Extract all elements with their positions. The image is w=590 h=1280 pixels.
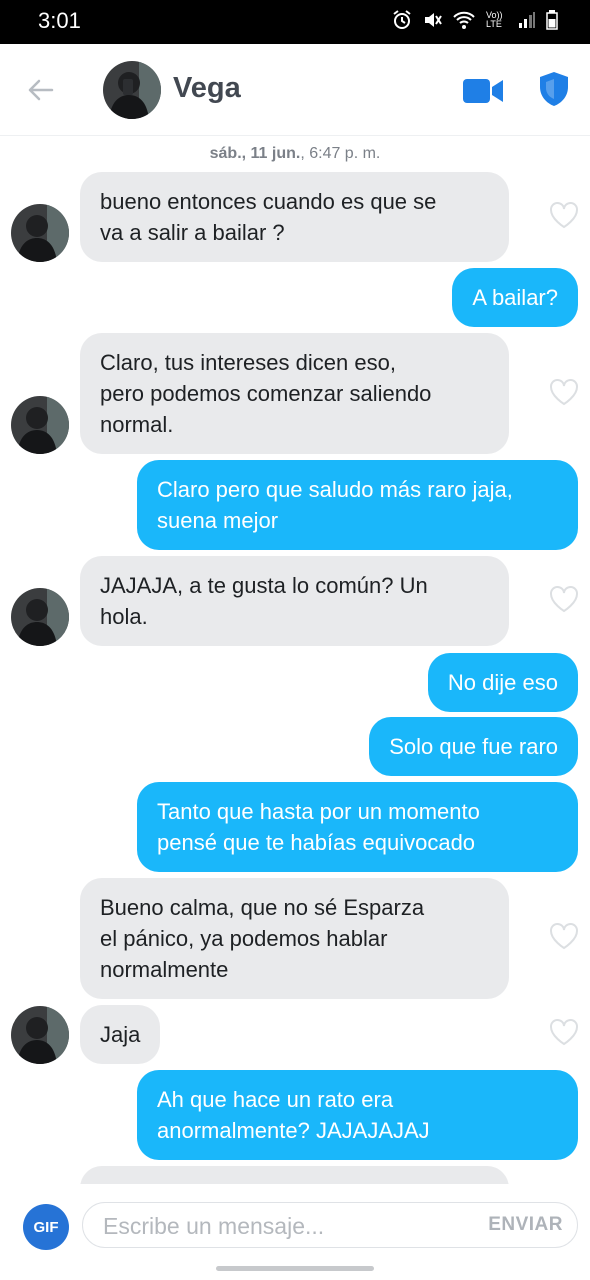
heart-icon[interactable]: [549, 922, 579, 950]
message-sent: Tanto que hasta por un momento pensé que…: [137, 782, 578, 872]
message-sent: Solo que fue raro: [369, 717, 578, 776]
status-bar: 3:01 Vo)) LTE: [0, 0, 590, 44]
signal-icon: [519, 12, 535, 28]
home-indicator[interactable]: [216, 1266, 374, 1271]
sender-avatar[interactable]: [11, 588, 69, 646]
send-button[interactable]: ENVIAR: [488, 1214, 563, 1236]
network-label: Vo)) LTE: [486, 10, 503, 29]
gif-button[interactable]: GIF: [23, 1204, 69, 1250]
wifi-icon: [453, 11, 475, 29]
safety-shield-button[interactable]: [539, 71, 569, 107]
back-arrow-icon: [28, 79, 54, 101]
sender-avatar[interactable]: [11, 396, 69, 454]
conversation-date: sáb., 11 jun., 6:47 p. m.: [209, 145, 381, 162]
message-sent: A bailar?: [452, 268, 578, 327]
status-time: 3:01: [38, 8, 81, 33]
alarm-icon: [393, 10, 411, 29]
message-sent: Claro pero que saludo más raro jaja, sue…: [137, 460, 578, 550]
heart-icon[interactable]: [549, 585, 579, 613]
chat-header: Vega: [0, 44, 590, 136]
back-button[interactable]: [22, 72, 58, 108]
sender-avatar[interactable]: [11, 204, 69, 262]
status-icons: Vo)) LTE: [392, 10, 558, 30]
message-received: bueno entonces cuando es que se va a sal…: [80, 172, 509, 262]
battery-icon: [546, 10, 558, 30]
message-received: Jaja: [80, 1005, 161, 1064]
heart-icon[interactable]: [549, 1018, 579, 1046]
message-sent: No dije eso: [427, 653, 578, 712]
video-camera-icon: [463, 79, 503, 103]
gif-icon: GIF: [33, 1218, 59, 1236]
video-call-button[interactable]: [462, 76, 504, 106]
mute-icon: [425, 13, 442, 27]
contact-avatar[interactable]: [103, 61, 161, 119]
heart-icon[interactable]: [549, 201, 579, 229]
contact-name[interactable]: Vega: [173, 72, 241, 105]
message-sent: Ah que hace un rato era anormalmente? JA…: [137, 1070, 578, 1160]
message-input-container[interactable]: ENVIAR: [82, 1202, 578, 1248]
message-received: Bueno calma, que no sé Esparza el pánico…: [80, 878, 509, 999]
message-input[interactable]: [103, 1211, 463, 1241]
message-received: Claro, tus intereses dicen eso, pero pod…: [80, 333, 509, 454]
shield-icon: [540, 72, 568, 106]
message-composer: GIF ENVIAR: [0, 1184, 590, 1264]
heart-icon[interactable]: [549, 378, 579, 406]
sender-avatar[interactable]: [11, 1006, 69, 1064]
message-received: JAJAJA, a te gusta lo común? Un hola.: [80, 556, 509, 646]
